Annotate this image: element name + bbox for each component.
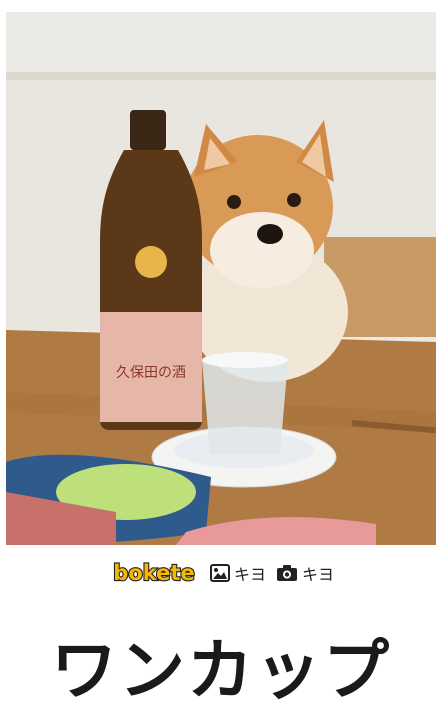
- bokete-photo: 久保田の酒: [6, 12, 436, 545]
- wall-molding: [6, 72, 436, 80]
- bokete-logo-icon: bokete: [112, 560, 196, 586]
- photo-author-name: キヨ: [302, 565, 335, 584]
- photo-author[interactable]: キヨ: [276, 561, 334, 585]
- image-icon: [209, 564, 230, 582]
- bokete-logo[interactable]: bokete: [108, 560, 200, 586]
- bokete-logo-text: bokete: [113, 561, 194, 585]
- sake-glass-rim: [202, 352, 288, 368]
- bottle-label-text: 久保田の酒: [116, 365, 186, 381]
- camera-icon: [277, 565, 297, 581]
- dog-muzzle: [210, 212, 314, 288]
- dog-nose: [257, 224, 283, 244]
- shiba-inu-photo: 久保田の酒: [6, 12, 436, 545]
- image-author-name: キヨ: [233, 565, 266, 584]
- credits-bar: bokete キヨ キヨ: [0, 558, 442, 588]
- image-author[interactable]: キヨ: [209, 561, 266, 585]
- dog-eye-left: [227, 195, 241, 209]
- sake-glass: [202, 360, 288, 454]
- dog-eye-right: [287, 193, 301, 207]
- bottle-neck: [130, 110, 166, 150]
- bottle-seal: [135, 246, 167, 278]
- bokete-caption: ワンカップ: [51, 632, 391, 709]
